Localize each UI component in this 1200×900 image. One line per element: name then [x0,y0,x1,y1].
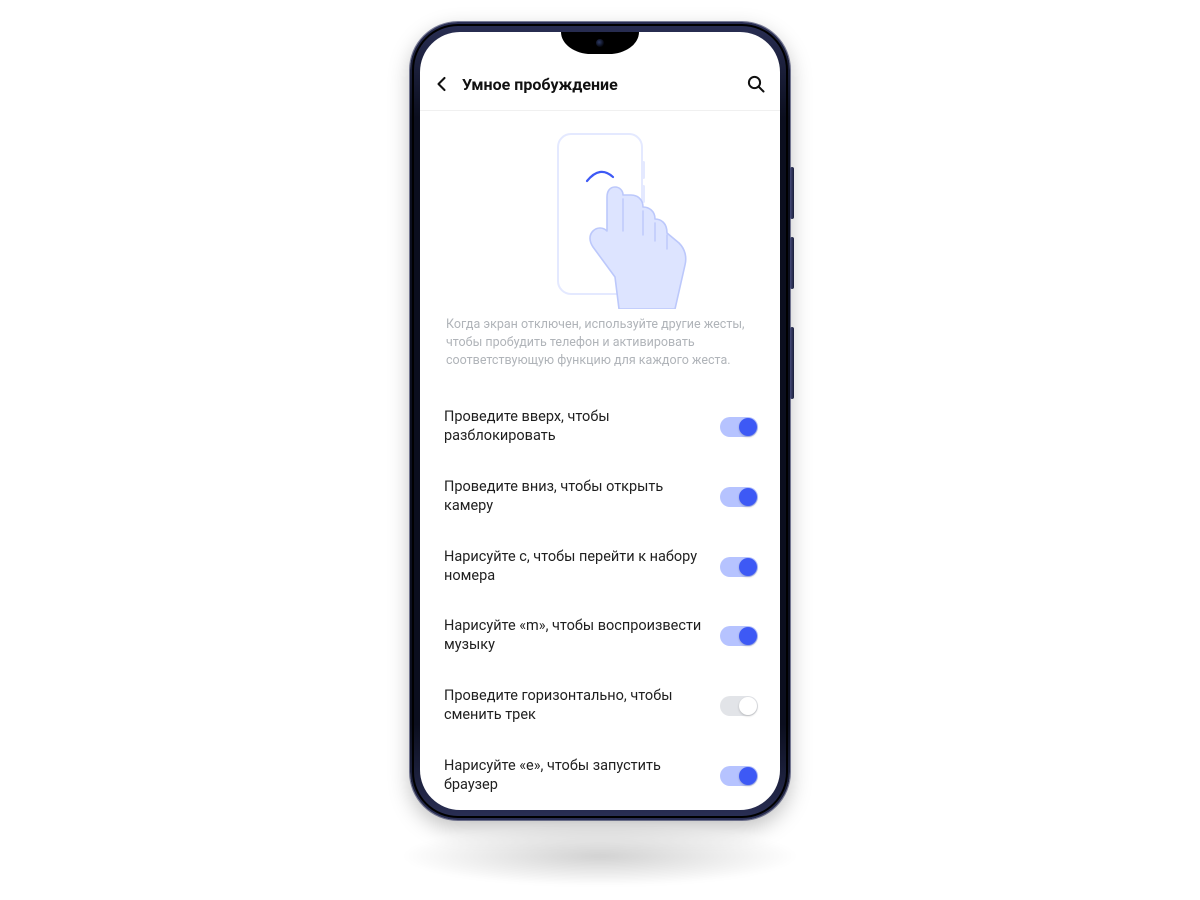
toggle-knob [739,767,757,785]
toggle-knob [739,697,757,715]
toggle-knob [739,418,757,436]
content-area: Когда экран отключен, используйте другие… [420,110,780,810]
stage: Умное пробуждение [0,0,1200,900]
setting-row: Проведите вверх, чтобы разблокировать [420,392,780,462]
hero-description: Когда экран отключен, используйте другие… [444,304,756,374]
setting-label: Нарисуйте «m», чтобы воспроизвести музык… [444,617,708,655]
setting-label: Проведите вниз, чтобы открыть камеру [444,478,708,516]
app-header: Умное пробуждение [420,62,780,106]
chevron-left-icon [434,76,450,92]
search-icon [746,74,766,94]
setting-label: Нарисуйте «e», чтобы запустить браузер [444,757,708,795]
setting-row: Нарисуйте «e», чтобы запустить браузер [420,741,780,810]
setting-toggle[interactable] [720,696,758,716]
toggle-knob [739,627,757,645]
display-notch [561,32,639,54]
toggle-knob [739,558,757,576]
volume-down-button[interactable] [790,237,794,289]
phone-screen: Умное пробуждение [420,32,780,810]
gesture-illustration [510,129,690,304]
hand-icon [556,169,698,309]
toggle-knob [739,488,757,506]
setting-row: Нарисуйте «m», чтобы воспроизвести музык… [420,601,780,671]
setting-label: Нарисуйте с, чтобы перейти к набору номе… [444,548,708,586]
setting-row: Проведите вниз, чтобы открыть камеру [420,462,780,532]
page-title: Умное пробуждение [462,75,618,94]
setting-toggle[interactable] [720,626,758,646]
back-button[interactable] [434,76,450,92]
hero-section: Когда экран отключен, используйте другие… [420,111,780,388]
setting-toggle[interactable] [720,487,758,507]
setting-row: Нарисуйте с, чтобы перейти к набору номе… [420,532,780,602]
setting-toggle[interactable] [720,766,758,786]
power-button[interactable] [790,327,794,399]
settings-list: Проведите вверх, чтобы разблокировать Про… [420,388,780,810]
setting-toggle[interactable] [720,417,758,437]
phone-frame: Умное пробуждение [410,22,790,820]
setting-label: Проведите вверх, чтобы разблокировать [444,408,708,446]
phone-reflection [400,826,800,886]
setting-toggle[interactable] [720,557,758,577]
search-button[interactable] [746,74,766,94]
setting-row: Проведите горизонтально, чтобы сменить т… [420,671,780,741]
setting-label: Проведите горизонтально, чтобы сменить т… [444,687,708,725]
volume-up-button[interactable] [790,167,794,219]
